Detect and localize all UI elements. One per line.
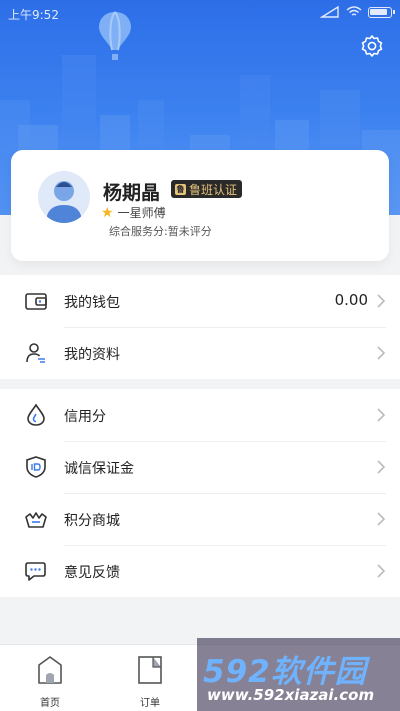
signal-icon (320, 6, 339, 18)
home-icon (38, 656, 62, 684)
tab-orders-label: 订单 (140, 698, 160, 709)
master-level: ★ 一星师傅 (101, 204, 166, 221)
menu-label: 我的钱包 (64, 295, 120, 311)
star-icon: ★ (101, 204, 114, 221)
shield-icon (26, 456, 46, 478)
menu-label: 信用分 (64, 409, 106, 425)
watermark-url: www.592xiazai.com (207, 686, 375, 704)
settings-gear-icon[interactable] (360, 34, 384, 58)
chevron-right-icon (377, 460, 386, 474)
menu-item-profile[interactable]: 我的资料 (0, 327, 400, 379)
profile-card[interactable]: 杨期晶 鲁 鲁班认证 ★ 一星师傅 综合服务分:暂未评分 (11, 150, 389, 261)
menu-item-deposit[interactable]: 诚信保证金 (0, 441, 400, 493)
status-time: 上午9:52 (8, 8, 59, 22)
user-profile-icon (26, 343, 45, 363)
tab-home-label: 首页 (40, 698, 60, 709)
tab-home[interactable]: 首页 (20, 655, 80, 709)
badge-label: 鲁班认证 (189, 182, 238, 197)
menu-item-points-mall[interactable]: 积分商城 (0, 493, 400, 545)
menu-label: 诚信保证金 (64, 461, 134, 477)
menu-item-feedback[interactable]: 意见反馈 (0, 545, 400, 597)
chat-icon (25, 562, 46, 581)
user-avatar-icon (46, 181, 82, 223)
menu-label: 积分商城 (64, 513, 120, 529)
chevron-right-icon (377, 512, 386, 526)
wallet-balance: 0.00 (334, 291, 368, 309)
luban-badge-icon: 鲁 (175, 183, 186, 195)
chevron-right-icon (377, 346, 386, 360)
tab-orders[interactable]: 订单 (120, 655, 180, 709)
menu-label: 我的资料 (64, 347, 120, 363)
user-name: 杨期晶 (103, 182, 161, 204)
status-bar: 上午9:52 (0, 0, 400, 26)
hot-air-balloon-icon (99, 11, 131, 60)
menu-group-account: 我的钱包 0.00 我的资料 (0, 275, 400, 379)
chevron-right-icon (377, 294, 386, 308)
menu-label: 意见反馈 (64, 565, 120, 581)
chevron-right-icon (377, 408, 386, 422)
chevron-right-icon (377, 564, 386, 578)
menu-item-credit-score[interactable]: 信用分 (0, 389, 400, 441)
crown-basket-icon (25, 512, 47, 528)
watermark-logo: 592软件园 (203, 654, 367, 690)
wallet-icon (25, 293, 47, 310)
wifi-icon (346, 6, 362, 16)
menu-item-wallet[interactable]: 我的钱包 0.00 (0, 275, 400, 327)
drop-icon (27, 403, 45, 426)
order-document-icon (138, 656, 162, 684)
service-score: 综合服务分:暂未评分 (109, 225, 212, 238)
status-icons (320, 6, 395, 18)
menu-group-services: 信用分 诚信保证金 积分商城 意见反馈 (0, 389, 400, 597)
level-label: 一星师傅 (117, 206, 166, 220)
watermark: 592软件园 www.592xiazai.com (197, 638, 400, 711)
certification-badge: 鲁 鲁班认证 (171, 180, 243, 198)
avatar[interactable] (38, 171, 90, 223)
battery-icon (368, 6, 395, 18)
